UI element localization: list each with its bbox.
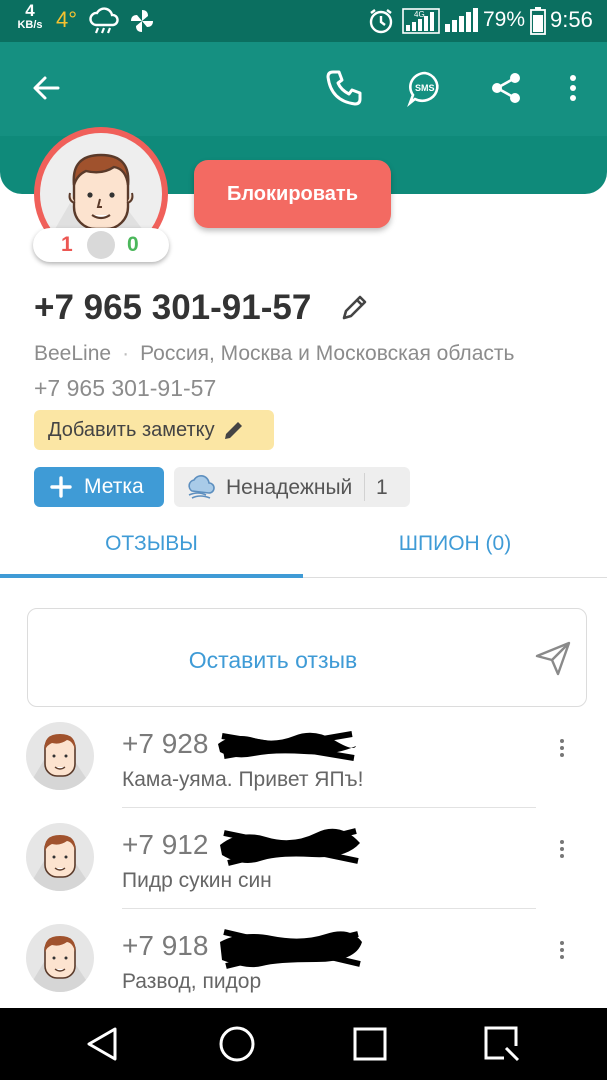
- nav-recents-button[interactable]: [346, 1020, 394, 1068]
- operator-region-line: BeeLine · Россия, Москва и Московская обла…: [34, 342, 514, 366]
- back-button[interactable]: [22, 66, 70, 114]
- network-speed: 4 KB/s: [14, 1, 46, 32]
- phone-number-secondary: +7 965 301-91-57: [34, 375, 217, 401]
- reviewer-phone: +7 928: [122, 728, 209, 759]
- review-menu-button[interactable]: [548, 835, 576, 863]
- rating-counter: 1 0: [33, 228, 169, 262]
- fan-icon: [128, 7, 156, 40]
- more-vert-icon: [569, 74, 577, 107]
- rain-cloud-icon: [88, 7, 122, 40]
- block-button[interactable]: Блокировать: [194, 160, 391, 228]
- reviewer-phone: +7 918: [122, 930, 209, 961]
- screen: 4 KB/s 4° 4G 79% 9:56 SMS 1 0 Блокироват…: [0, 0, 607, 1080]
- sms-icon-label: SMS: [415, 83, 435, 93]
- redaction-scribble: [220, 929, 362, 969]
- back-triangle-icon: [87, 1027, 117, 1061]
- send-icon[interactable]: [534, 639, 572, 682]
- nav-screenshot-button[interactable]: [478, 1020, 526, 1068]
- rating-indicator: [87, 231, 115, 259]
- network-speed-value: 4: [25, 1, 35, 20]
- svg-text:4G: 4G: [414, 10, 425, 19]
- phone-number-title: +7 965 301-91-57: [34, 288, 312, 327]
- redaction-scribble: [220, 828, 360, 866]
- battery-percent: 79%: [483, 8, 526, 31]
- review-text: Развод, пидор: [122, 970, 262, 993]
- tab-reviews[interactable]: ОТЗЫВЫ: [0, 532, 303, 576]
- region: Россия, Москва и Московская область: [140, 342, 515, 365]
- review-text: Пидр сукин син: [122, 869, 272, 892]
- sms-button[interactable]: SMS: [401, 66, 449, 114]
- tab-spy[interactable]: ШПИОН (0): [303, 532, 607, 576]
- redaction-scribble: [218, 731, 356, 761]
- recents-square-icon: [353, 1027, 387, 1061]
- clock: 9:56: [550, 7, 593, 32]
- list-divider: [122, 908, 536, 909]
- add-note-button[interactable]: Добавить заметку: [34, 410, 274, 450]
- status-bar: 4 KB/s 4° 4G 79% 9:56: [0, 0, 607, 42]
- review-text: Кама-уяма. Привет ЯПъ!: [122, 768, 364, 791]
- nav-back-button[interactable]: [78, 1020, 126, 1068]
- chip-divider: [364, 473, 365, 501]
- cell-signal-icon: [443, 7, 479, 40]
- edit-name-button[interactable]: [340, 292, 370, 327]
- battery-icon: [530, 7, 546, 40]
- reviewer-avatar: [26, 823, 94, 891]
- operator: BeeLine: [34, 342, 112, 365]
- add-tag-label: Метка: [84, 475, 144, 498]
- call-button[interactable]: [320, 66, 368, 114]
- tab-indicator: [0, 574, 303, 578]
- alarm-icon: [367, 7, 395, 40]
- review-item[interactable]: +7 928 Кама-уяма. Привет ЯПъ!: [0, 722, 607, 822]
- share-icon: [489, 71, 523, 110]
- screenshot-icon: [484, 1026, 520, 1062]
- list-divider: [122, 807, 536, 808]
- add-note-label: Добавить заметку: [48, 418, 215, 441]
- unreliable-label: Ненадежный: [226, 476, 353, 499]
- unreliable-tag-chip[interactable]: Ненадежный 1: [174, 467, 410, 507]
- reviewer-avatar: [26, 924, 94, 992]
- unreliable-count: 1: [376, 476, 388, 499]
- review-menu-button[interactable]: [548, 936, 576, 964]
- back-arrow-icon: [31, 73, 61, 108]
- plus-icon: [50, 476, 72, 498]
- leave-review-box[interactable]: Оставить отзыв: [27, 608, 587, 707]
- pencil-icon: [224, 422, 242, 439]
- network-speed-unit: KB/s: [17, 19, 43, 31]
- weather-temperature: 4°: [56, 7, 78, 32]
- more-options-button[interactable]: [549, 66, 597, 114]
- pencil-icon: [342, 295, 367, 320]
- home-circle-icon: [219, 1026, 255, 1062]
- nav-home-button[interactable]: [213, 1020, 261, 1068]
- system-nav-bar: [0, 1008, 607, 1080]
- phone-icon: [324, 68, 364, 113]
- add-tag-button[interactable]: Метка: [34, 467, 164, 507]
- share-button[interactable]: [482, 66, 530, 114]
- review-menu-button[interactable]: [548, 734, 576, 762]
- leave-review-label: Оставить отзыв: [188, 647, 358, 673]
- negative-rating: 1: [61, 233, 73, 256]
- 4g-signal-icon: 4G: [402, 7, 440, 40]
- sms-icon: SMS: [406, 69, 444, 112]
- review-item[interactable]: +7 912 Пидр сукин син: [0, 823, 607, 923]
- separator-dot: ·: [122, 342, 130, 365]
- positive-rating: 0: [127, 233, 139, 256]
- wind-cloud-icon: [186, 473, 216, 507]
- reviewer-phone: +7 912: [122, 829, 209, 860]
- reviewer-avatar: [26, 722, 94, 790]
